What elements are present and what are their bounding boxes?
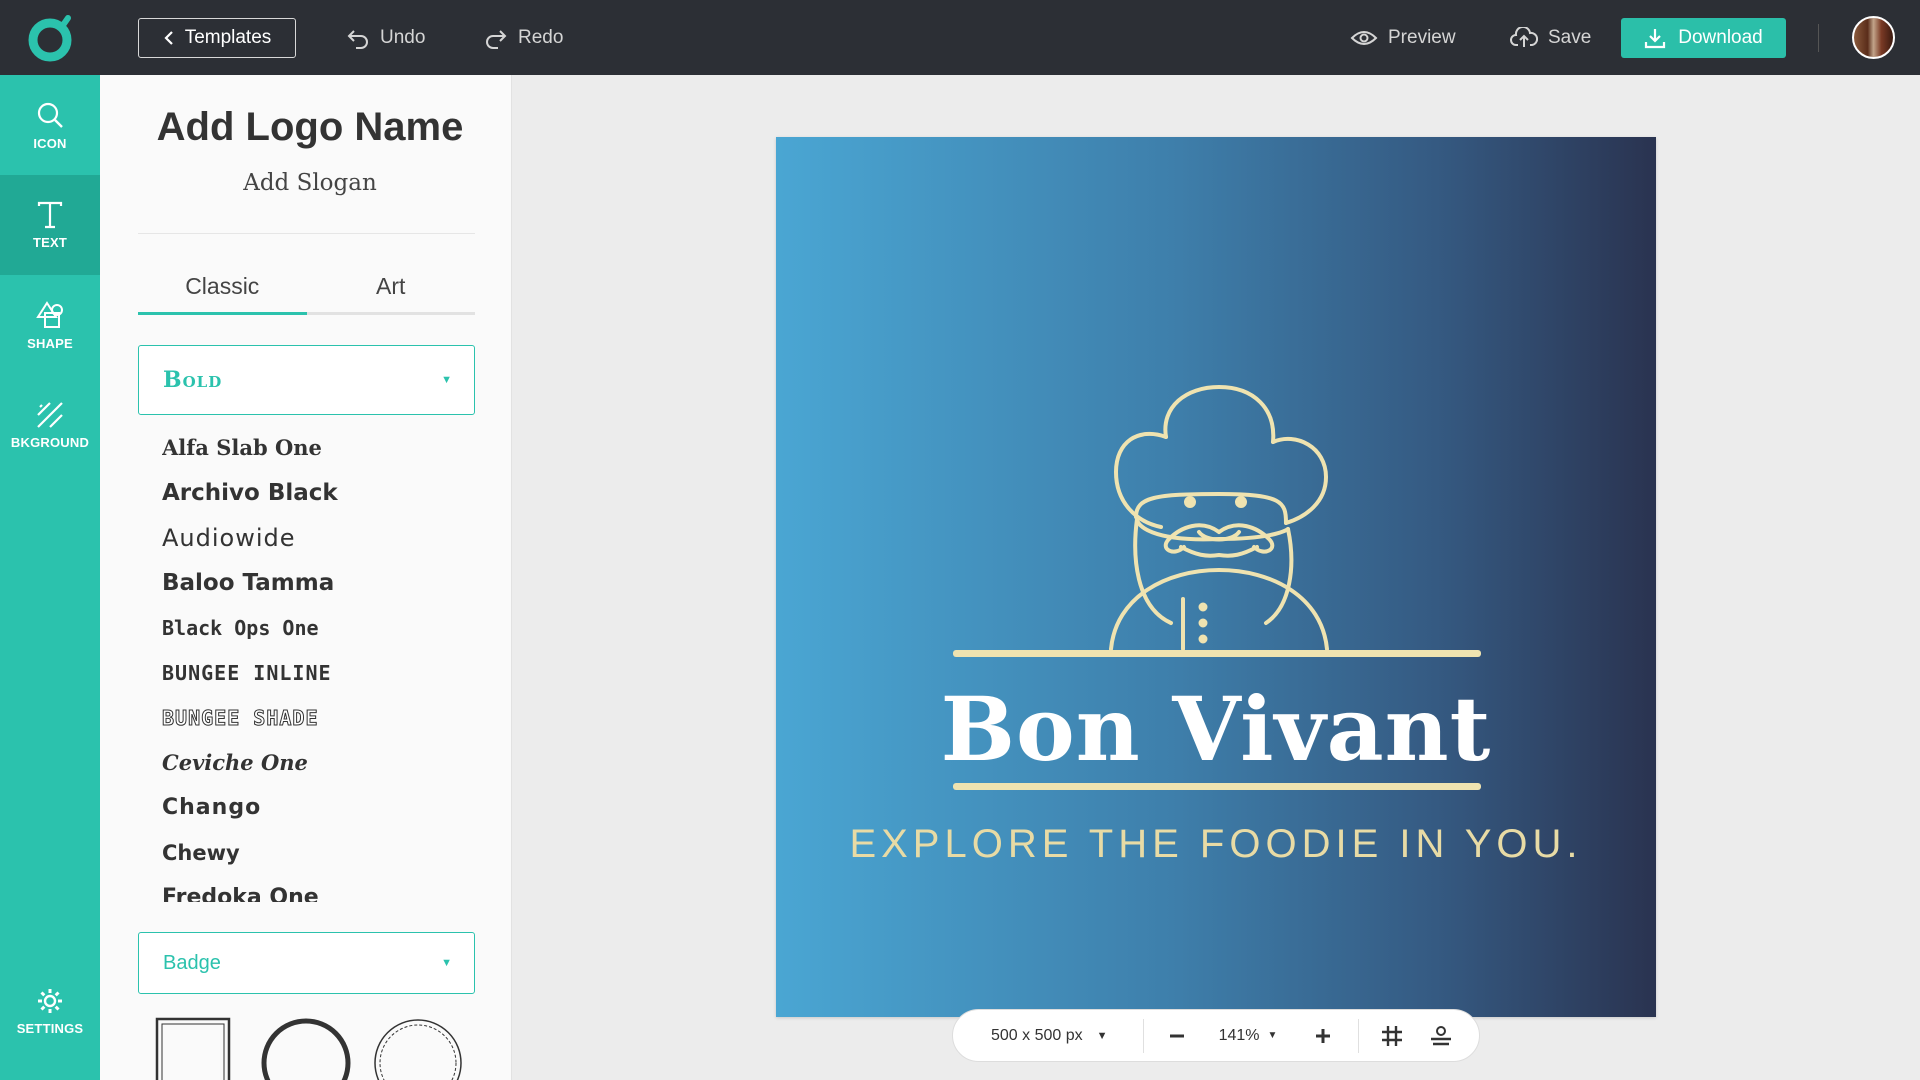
top-rule — [953, 650, 1481, 657]
shape-category-value: Badge — [163, 951, 221, 974]
font-item[interactable]: BUNGEE SHADE — [162, 695, 462, 740]
save-button[interactable]: Save — [1510, 22, 1591, 54]
caret-down-icon: ▼ — [441, 957, 452, 969]
font-item[interactable]: Baloo Tamma — [162, 560, 462, 605]
canvas-toolbar: 500 x 500 px ▼ 141% ▼ — [952, 1009, 1480, 1062]
rail-label-shape: SHAPE — [27, 335, 73, 351]
plus-icon — [1316, 1028, 1330, 1043]
chevron-left-icon — [164, 31, 173, 45]
font-item[interactable]: BUNGEE INLINE — [162, 650, 462, 695]
caret-down-icon: ▼ — [1096, 1029, 1108, 1042]
zoom-level-label: 141% — [1218, 1026, 1260, 1044]
canvas-size-label: 500 x 500 px — [991, 1026, 1083, 1044]
font-category-value: Bold — [163, 367, 223, 393]
rail-label-text: TEXT — [32, 234, 68, 250]
slogan-input[interactable]: Add Slogan — [140, 170, 480, 196]
avatar[interactable] — [1852, 16, 1895, 59]
tab-classic[interactable]: Classic — [138, 271, 307, 315]
align-icon — [1431, 1025, 1451, 1045]
shape-category-select[interactable]: Badge ▼ — [138, 932, 475, 994]
redo-button[interactable]: Redo — [484, 22, 563, 54]
tab-art[interactable]: Art — [307, 271, 476, 312]
undo-icon — [347, 30, 368, 49]
top-bar: Templates Undo Redo Preview Save Downloa… — [0, 0, 1920, 75]
topbar-divider — [1818, 24, 1819, 52]
redo-icon — [486, 30, 507, 49]
font-item[interactable]: Chango — [162, 785, 462, 830]
font-item[interactable]: Ceviche One — [162, 740, 462, 785]
save-label: Save — [1548, 27, 1592, 48]
download-label: Download — [1678, 27, 1763, 48]
font-item[interactable]: Alfa Slab One — [162, 425, 462, 470]
zoom-in-button[interactable] — [1288, 1010, 1358, 1061]
logo-name-input[interactable]: Add Logo Name — [140, 105, 480, 150]
font-item[interactable]: Fredoka One — [162, 875, 462, 902]
redo-label: Redo — [518, 27, 564, 48]
grid-toggle-button[interactable] — [1359, 1010, 1419, 1061]
background-icon — [37, 401, 63, 428]
shapes-icon — [36, 300, 63, 328]
font-list: Alfa Slab One Archivo Black Audiowide Ba… — [162, 425, 462, 902]
download-icon — [1645, 29, 1666, 49]
bottom-rule — [953, 783, 1481, 790]
app-logo-icon[interactable] — [28, 14, 74, 62]
eye-icon — [1350, 31, 1378, 45]
font-item[interactable]: Black Ops One — [162, 605, 462, 650]
zoom-out-button[interactable] — [1144, 1010, 1208, 1061]
undo-button[interactable]: Undo — [346, 22, 425, 54]
templates-button[interactable]: Templates — [138, 18, 296, 58]
divider — [138, 233, 475, 234]
badge-circle — [261, 1018, 351, 1080]
badge-double-circle — [374, 1019, 462, 1080]
text-icon — [37, 201, 63, 228]
design-canvas[interactable]: Bon Vivant EXPLORE THE FOODIE IN YOU. — [776, 137, 1656, 1017]
rail-label-icon: ICON — [33, 135, 67, 151]
templates-label: Templates — [184, 27, 272, 48]
rail-label-settings: SETTINGS — [16, 1020, 84, 1036]
rail-item-background[interactable]: BKGROUND — [0, 375, 100, 475]
zoom-level-select[interactable]: 141% ▼ — [1208, 1010, 1288, 1061]
rail-item-settings[interactable]: SETTINGS — [0, 961, 100, 1061]
cloud-upload-icon — [1510, 27, 1538, 47]
tool-rail: ICON TEXT SHAPE BKGROUND SETTINGS — [0, 75, 100, 1080]
align-toggle-button[interactable] — [1419, 1010, 1469, 1061]
badge-rect — [155, 1017, 231, 1080]
font-item[interactable]: Archivo Black — [162, 470, 462, 515]
brand-name-text[interactable]: Bon Vivant — [776, 677, 1656, 781]
font-category-select[interactable]: Bold ▼ — [138, 345, 475, 415]
download-button[interactable]: Download — [1621, 18, 1786, 58]
text-panel: Add Logo Name Add Slogan Classic Art Bol… — [100, 75, 512, 1080]
gear-icon — [38, 988, 62, 1013]
rail-item-icon[interactable]: ICON — [0, 75, 100, 175]
search-icon — [37, 102, 63, 128]
caret-down-icon: ▼ — [441, 374, 452, 386]
canvas-size-select[interactable]: 500 x 500 px ▼ — [953, 1010, 1143, 1061]
undo-label: Undo — [380, 27, 426, 48]
rail-label-background: BKGROUND — [10, 434, 90, 450]
preview-label: Preview — [1388, 27, 1456, 48]
grid-icon — [1382, 1025, 1402, 1046]
caret-down-icon: ▼ — [1267, 1030, 1278, 1041]
minus-icon — [1170, 1034, 1184, 1037]
font-item[interactable]: Audiowide — [162, 515, 462, 560]
brand-slogan-text[interactable]: EXPLORE THE FOODIE IN YOU. — [776, 822, 1656, 867]
preview-button[interactable]: Preview — [1350, 22, 1456, 54]
rail-item-shape[interactable]: SHAPE — [0, 275, 100, 375]
font-item[interactable]: Chewy — [162, 830, 462, 875]
rail-item-text[interactable]: TEXT — [0, 175, 100, 275]
font-tabs: Classic Art — [138, 271, 475, 315]
chef-icon[interactable] — [776, 137, 1656, 1017]
badge-shapes — [155, 1017, 462, 1080]
